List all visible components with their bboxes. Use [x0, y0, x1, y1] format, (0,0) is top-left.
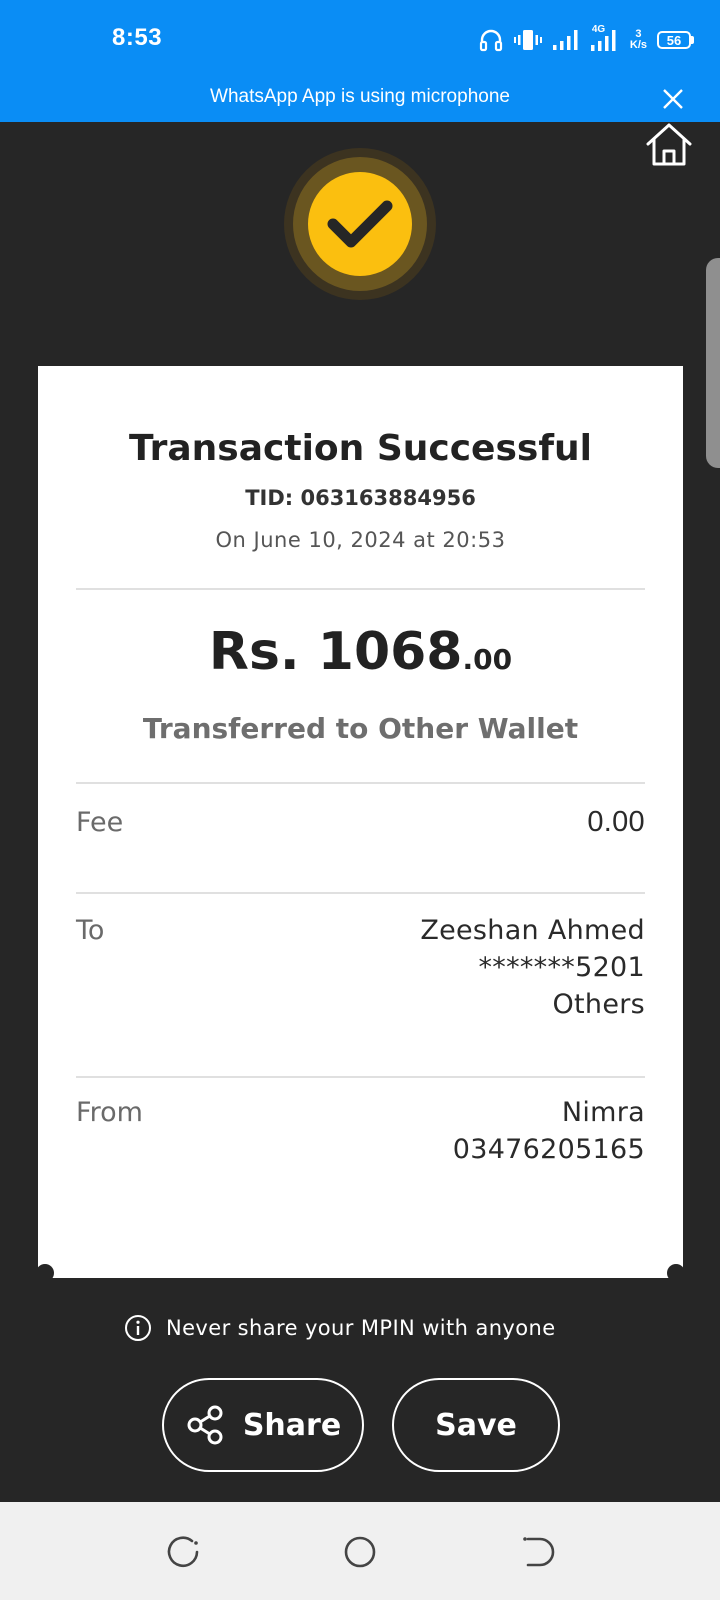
- divider: [76, 892, 645, 894]
- transaction-id: TID: 063163884956: [245, 486, 476, 510]
- home-icon[interactable]: [644, 120, 694, 168]
- checkmark-icon: [327, 200, 393, 248]
- amount-decimal: .00: [462, 643, 513, 676]
- from-details: Nimra 03476205165: [453, 1094, 645, 1168]
- home-nav-icon[interactable]: [340, 1532, 380, 1572]
- share-label: Share: [242, 1407, 342, 1443]
- to-details: Zeeshan Ahmed *******5201 Others: [420, 912, 645, 1023]
- close-icon[interactable]: [662, 88, 684, 110]
- network-type-label: 4G: [591, 24, 606, 35]
- transaction-date: On June 10, 2024 at 20:53: [215, 528, 506, 552]
- microphone-banner[interactable]: WhatsApp App is using microphone: [0, 86, 720, 108]
- info-icon: [125, 1315, 151, 1341]
- transaction-description: Transferred to Other Wallet: [142, 712, 579, 745]
- back-icon[interactable]: [516, 1532, 556, 1572]
- to-type: Others: [552, 989, 645, 1020]
- save-button[interactable]: Save: [392, 1378, 560, 1472]
- share-icon: [187, 1405, 223, 1445]
- mpin-notice-text: Never share your MPIN with anyone: [166, 1316, 556, 1340]
- receipt-card: Transaction Successful TID: 063163884956…: [38, 366, 683, 1278]
- status-bar: 8:53 4G 3 K/s 56 WhatsApp App is using m…: [0, 0, 720, 122]
- from-number: 03476205165: [452, 1134, 645, 1165]
- battery-icon: 56: [657, 31, 694, 49]
- share-button[interactable]: Share: [162, 1378, 364, 1472]
- edge-panel-handle[interactable]: [706, 258, 720, 468]
- to-label: To: [76, 915, 105, 946]
- page-title: Transaction Successful: [129, 428, 592, 469]
- divider: [76, 1076, 645, 1078]
- to-account: *******5201: [478, 952, 645, 983]
- vibrate-icon: [513, 27, 542, 53]
- from-name: Nimra: [561, 1097, 645, 1128]
- headphones-icon: [478, 27, 504, 53]
- transaction-amount: Rs. 1068.00: [38, 622, 683, 682]
- network-speed: 3 K/s: [629, 28, 647, 51]
- status-icons: 4G 3 K/s 56: [478, 24, 694, 56]
- success-badge: [308, 172, 412, 276]
- save-label: Save: [435, 1407, 517, 1443]
- battery-level: 56: [666, 32, 682, 48]
- divider: [76, 782, 645, 784]
- receipt-notch-left: [36, 1264, 54, 1282]
- from-label: From: [76, 1097, 143, 1128]
- signal-icon: [552, 28, 580, 52]
- fee-value: 0.00: [587, 806, 645, 838]
- signal-4g-icon: 4G: [590, 24, 620, 54]
- to-name: Zeeshan Ahmed: [420, 915, 645, 946]
- divider: [76, 588, 645, 590]
- system-nav-bar: [0, 1502, 720, 1600]
- recent-apps-icon[interactable]: [164, 1532, 204, 1572]
- fee-label: Fee: [76, 807, 124, 838]
- mpin-notice: Never share your MPIN with anyone: [124, 1314, 556, 1342]
- amount-main: Rs. 1068: [208, 622, 463, 682]
- status-time: 8:53: [112, 24, 163, 51]
- receipt-notch-right: [667, 1264, 685, 1282]
